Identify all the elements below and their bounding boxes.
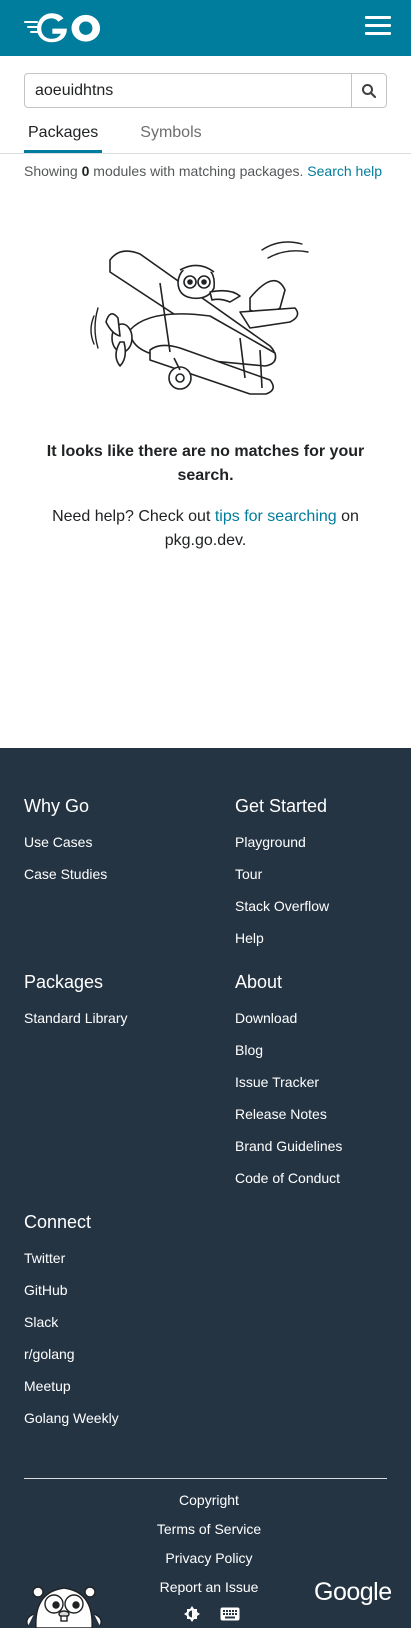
footer-col-connect: Connect Twitter GitHub Slack r/golang Me… (24, 1210, 119, 1442)
footer-link-playground[interactable]: Playground (235, 834, 329, 866)
search-tips-message: Need help? Check out tips for searching … (30, 505, 381, 553)
footer-link-brand-guidelines[interactable]: Brand Guidelines (235, 1138, 342, 1170)
site-header (0, 0, 411, 56)
footer-col-why-go: Why Go Use Cases Case Studies (24, 794, 107, 898)
tab-packages[interactable]: Packages (24, 120, 103, 154)
tab-symbols[interactable]: Symbols (136, 120, 205, 154)
help-prefix: Need help? Check out (52, 508, 211, 525)
tab-divider (0, 153, 411, 154)
search-icon (362, 83, 377, 98)
footer-link-terms-of-service[interactable]: Terms of Service (0, 1515, 411, 1544)
footer-link-help[interactable]: Help (235, 930, 329, 962)
footer-link-github[interactable]: GitHub (24, 1282, 119, 1314)
footer-col-get-started: Get Started Playground Tour Stack Overfl… (235, 794, 329, 962)
footer-link-twitter[interactable]: Twitter (24, 1250, 119, 1282)
search-form (24, 73, 387, 108)
hamburger-icon-bar (365, 32, 391, 35)
footer-link-tour[interactable]: Tour (235, 866, 329, 898)
results-count: 0 (81, 163, 90, 179)
tips-for-searching-link[interactable]: tips for searching (215, 508, 337, 525)
footer-link-copyright[interactable]: Copyright (0, 1486, 411, 1515)
footer-link-release-notes[interactable]: Release Notes (235, 1106, 342, 1138)
go-logo[interactable] (24, 12, 108, 44)
footer-toolbar (182, 1606, 240, 1622)
results-summary-suffix: modules with matching packages. (93, 163, 304, 179)
footer-heading-packages: Packages (24, 972, 104, 992)
footer-link-slack[interactable]: Slack (24, 1314, 119, 1346)
hamburger-menu-button[interactable] (365, 16, 391, 40)
footer-heading-about: About (235, 972, 283, 992)
footer-link-standard-library[interactable]: Standard Library (24, 1010, 128, 1042)
gopher-mascot-icon (26, 1586, 102, 1628)
search-mode-tabs: Packages Symbols (24, 120, 240, 154)
footer-link-issue-tracker[interactable]: Issue Tracker (235, 1074, 342, 1106)
footer-heading-why-go: Why Go (24, 796, 90, 816)
footer-link-blog[interactable]: Blog (235, 1042, 342, 1074)
theme-toggle-button[interactable] (182, 1606, 202, 1622)
theme-toggle-icon (184, 1606, 200, 1622)
results-summary: Showing 0 modules with matching packages… (24, 163, 382, 179)
search-help-link[interactable]: Search help (307, 163, 382, 179)
search-button[interactable] (351, 73, 387, 108)
footer-heading-connect: Connect (24, 1212, 92, 1232)
footer-link-stack-overflow[interactable]: Stack Overflow (235, 898, 329, 930)
footer-link-case-studies[interactable]: Case Studies (24, 866, 107, 898)
results-summary-prefix: Showing (24, 163, 78, 179)
footer-link-r-golang[interactable]: r/golang (24, 1346, 119, 1378)
search-input[interactable] (24, 73, 351, 108)
footer-divider (24, 1478, 387, 1479)
footer-link-meetup[interactable]: Meetup (24, 1378, 119, 1410)
footer-link-privacy-policy[interactable]: Privacy Policy (0, 1544, 411, 1573)
footer-heading-get-started: Get Started (235, 796, 328, 816)
keyboard-shortcuts-button[interactable] (220, 1606, 240, 1622)
no-matches-heading: It looks like there are no matches for y… (46, 443, 365, 484)
google-logo[interactable]: Google (314, 1578, 392, 1607)
keyboard-icon (220, 1607, 240, 1621)
site-footer: Why Go Use Cases Case Studies Get Starte… (0, 748, 411, 1628)
footer-col-packages: Packages Standard Library (24, 970, 128, 1042)
hamburger-icon (365, 16, 391, 19)
footer-link-golang-weekly[interactable]: Golang Weekly (24, 1410, 119, 1442)
footer-link-use-cases[interactable]: Use Cases (24, 834, 107, 866)
footer-link-code-of-conduct[interactable]: Code of Conduct (235, 1170, 342, 1202)
footer-col-about: About Download Blog Issue Tracker Releas… (235, 970, 342, 1202)
footer-link-download[interactable]: Download (235, 1010, 342, 1042)
hamburger-icon-bar (365, 24, 391, 27)
gopher-biplane-illustration (90, 241, 309, 395)
